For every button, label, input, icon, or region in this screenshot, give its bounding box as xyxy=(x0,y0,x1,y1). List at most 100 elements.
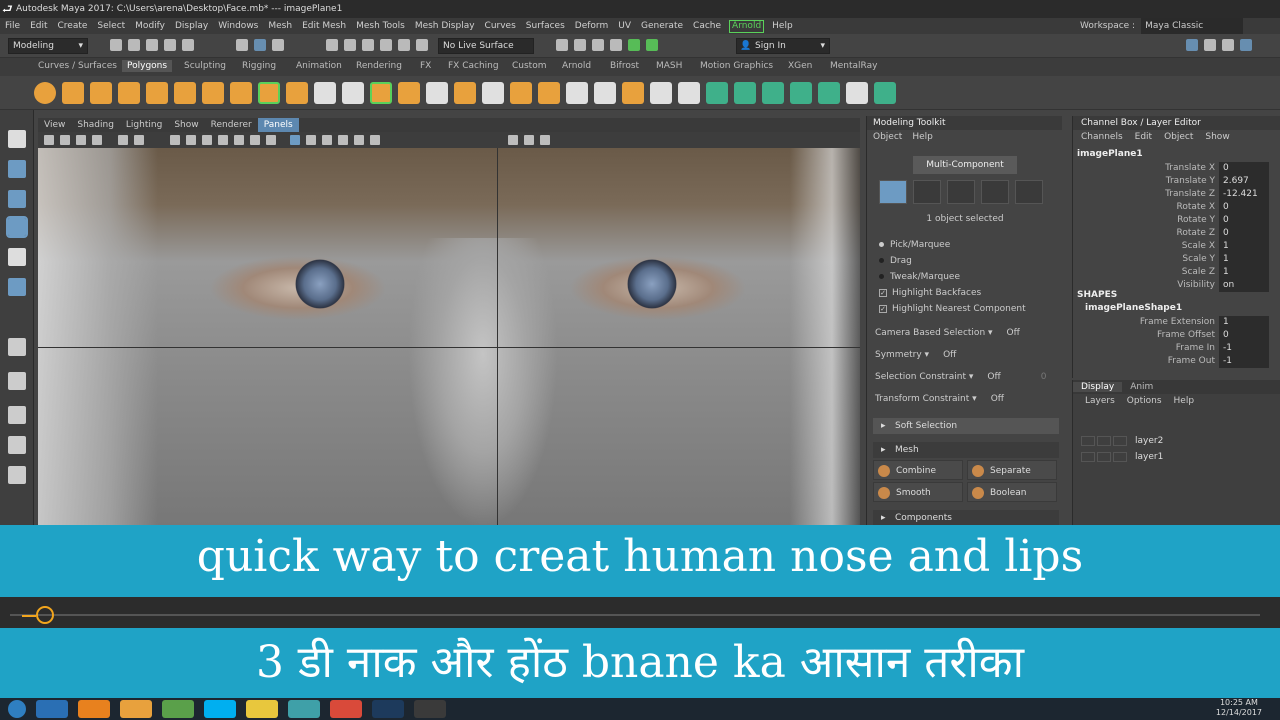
highlight-nearest-checkbox[interactable]: ✓ Highlight Nearest Component xyxy=(879,304,1026,314)
uv-spherical-icon[interactable] xyxy=(790,82,812,104)
time-slider-track[interactable] xyxy=(10,614,1260,616)
attr-scale-x[interactable]: Scale X 1 xyxy=(1073,240,1269,253)
edge-select-mode-icon[interactable] xyxy=(947,180,975,204)
highlight-backfaces-checkbox[interactable]: ✓ Highlight Backfaces xyxy=(879,288,981,298)
sign-in-button[interactable]: Sign In xyxy=(736,38,830,54)
channel-object-menu[interactable]: Object xyxy=(1164,132,1193,142)
redo-icon[interactable] xyxy=(182,39,194,51)
visibility-toggle-icon[interactable] xyxy=(1081,435,1095,446)
safe-title-icon[interactable] xyxy=(266,135,276,145)
smooth-button[interactable]: Smooth xyxy=(873,482,963,502)
symmetry-field[interactable]: Symmetry ▾ Off xyxy=(875,350,956,360)
shelf-tab-rendering[interactable]: Rendering xyxy=(356,61,402,71)
shelf-tab-mash[interactable]: MASH xyxy=(656,61,682,71)
soft-selection-section[interactable]: Soft Selection xyxy=(873,418,1059,434)
outliner-icon[interactable] xyxy=(8,466,26,484)
attr-rotate-y[interactable]: Rotate Y 0 xyxy=(1073,214,1269,227)
layers-menu[interactable]: Layers xyxy=(1085,396,1115,406)
back-arrow-icon[interactable]: ⮐ xyxy=(2,0,13,18)
shadows-icon[interactable] xyxy=(370,135,380,145)
maya-icon[interactable] xyxy=(288,700,320,718)
layer-row[interactable]: layer2 xyxy=(1081,434,1271,448)
face-select-mode-icon[interactable] xyxy=(981,180,1009,204)
shelf-tab-polygons[interactable]: Polygons xyxy=(122,60,173,72)
current-time-indicator[interactable] xyxy=(22,606,54,624)
poly-cylinder-icon[interactable] xyxy=(90,82,112,104)
collapse-icon[interactable] xyxy=(678,82,700,104)
snap-surface-icon[interactable] xyxy=(398,39,410,51)
arnold-render-icon[interactable] xyxy=(646,39,658,51)
vlc-icon[interactable] xyxy=(78,700,110,718)
shelf-tab-xgen[interactable]: XGen xyxy=(788,61,812,71)
wireframe-on-shaded-icon[interactable] xyxy=(322,135,332,145)
image-plane-icon[interactable] xyxy=(92,135,102,145)
attr-rotate-x[interactable]: Rotate X0 xyxy=(1073,201,1269,214)
menu-select[interactable]: Select xyxy=(92,18,130,34)
ie-icon[interactable] xyxy=(36,700,68,718)
workspace-dropdown[interactable]: Maya Classic xyxy=(1141,18,1244,34)
multi-cut-icon[interactable] xyxy=(566,82,588,104)
open-scene-icon[interactable] xyxy=(128,39,140,51)
layer-options-menu[interactable]: Options xyxy=(1127,396,1162,406)
attr-value[interactable]: -1 xyxy=(1219,355,1269,368)
uv-planar-icon[interactable] xyxy=(706,82,728,104)
object-mode-icon[interactable] xyxy=(254,39,266,51)
lights-icon[interactable] xyxy=(354,135,364,145)
transform-constraint-field[interactable]: Transform Constraint ▾ Off xyxy=(875,394,1004,404)
poly-pipe-icon[interactable] xyxy=(230,82,252,104)
uv-select-mode-icon[interactable] xyxy=(1015,180,1043,204)
menu-mesh-display[interactable]: Mesh Display xyxy=(410,18,480,34)
lasso-tool-icon[interactable] xyxy=(8,160,26,178)
attribute-editor-toggle-icon[interactable] xyxy=(1204,39,1216,51)
paint-select-icon[interactable] xyxy=(8,190,26,208)
attr-value[interactable]: 0 xyxy=(1219,214,1269,227)
menu-file[interactable]: File xyxy=(0,18,25,34)
visibility-toggle-icon[interactable] xyxy=(1081,451,1095,462)
snap-grid-icon[interactable] xyxy=(326,39,338,51)
xray-joints-icon[interactable] xyxy=(540,135,550,145)
camera-attributes-icon[interactable] xyxy=(60,135,70,145)
boolean-button[interactable]: Boolean xyxy=(967,482,1057,502)
channels-menu[interactable]: Channels xyxy=(1081,132,1123,142)
new-scene-icon[interactable] xyxy=(110,39,122,51)
attr-value[interactable]: -12.421 xyxy=(1219,188,1269,201)
field-chart-icon[interactable] xyxy=(234,135,244,145)
tab-anim[interactable]: Anim xyxy=(1122,382,1161,392)
object-select-mode-icon[interactable] xyxy=(879,180,907,204)
viewport-menu-panels[interactable]: Panels xyxy=(257,118,299,132)
live-surface-field[interactable]: No Live Surface xyxy=(438,38,534,54)
select-camera-icon[interactable] xyxy=(44,135,54,145)
multi-component-button[interactable]: Multi-Component xyxy=(913,156,1017,174)
attr-value[interactable]: 1 xyxy=(1219,253,1269,266)
channel-show-menu[interactable]: Show xyxy=(1205,132,1229,142)
combine-button[interactable]: Combine xyxy=(873,460,963,480)
grid-icon[interactable] xyxy=(170,135,180,145)
media-player-icon[interactable] xyxy=(120,700,152,718)
attr-value[interactable]: 0 xyxy=(1219,162,1269,175)
attr-value[interactable]: 1 xyxy=(1219,240,1269,253)
shelf-tab-motion-graphics[interactable]: Motion Graphics xyxy=(700,61,773,71)
shelf-tab-fx[interactable]: FX xyxy=(420,61,431,71)
undo-icon[interactable] xyxy=(164,39,176,51)
render-view-icon[interactable] xyxy=(628,39,640,51)
viewport-menu-shading[interactable]: Shading xyxy=(71,118,120,132)
uv-cylindrical-icon[interactable] xyxy=(762,82,784,104)
attr-value[interactable]: 0 xyxy=(1219,201,1269,214)
attr-translate-x[interactable]: Translate X 0 xyxy=(1073,162,1269,175)
attr-frame-out[interactable]: Frame Out -1 xyxy=(1073,355,1269,368)
menu-modify[interactable]: Modify xyxy=(130,18,170,34)
reference-toggle-icon[interactable] xyxy=(1113,451,1127,462)
uv-unfold-icon[interactable] xyxy=(874,82,896,104)
attr-frame-offset[interactable]: Frame Offset 0 xyxy=(1073,329,1269,342)
menu-mesh[interactable]: Mesh xyxy=(263,18,297,34)
bookmarks-icon[interactable] xyxy=(76,135,86,145)
poly-pyramid-icon[interactable] xyxy=(202,82,224,104)
drag-option[interactable]: Drag xyxy=(879,256,912,266)
snap-curve-icon[interactable] xyxy=(344,39,356,51)
calculator-icon[interactable] xyxy=(162,700,194,718)
separate-icon[interactable] xyxy=(342,82,364,104)
toolkit-menu-object[interactable]: Object xyxy=(873,132,902,142)
tweak-marquee-option[interactable]: Tweak/Marquee xyxy=(879,272,960,282)
smooth-shade-icon[interactable] xyxy=(306,135,316,145)
isolate-select-icon[interactable] xyxy=(508,135,518,145)
